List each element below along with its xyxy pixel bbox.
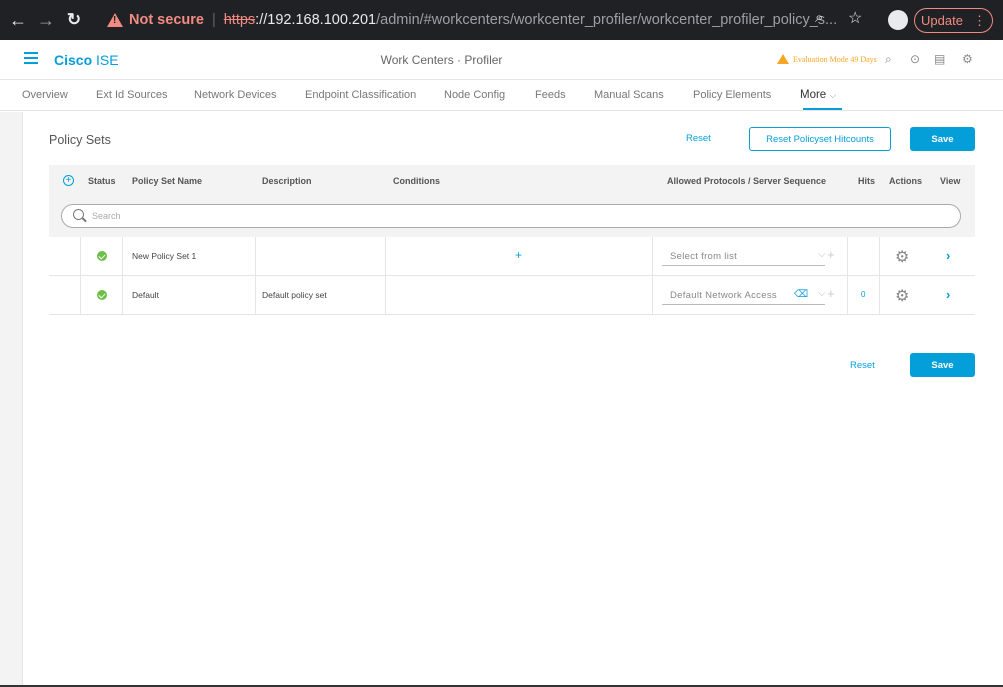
chevron-down-icon: ⌵ xyxy=(818,249,826,260)
allowed-protocols-select[interactable]: Default Network Access ⌫ ⌵ xyxy=(662,285,826,305)
column-divider xyxy=(652,237,653,275)
chevron-right-icon[interactable]: › xyxy=(946,287,950,302)
reload-icon[interactable]: ↻ xyxy=(60,0,88,40)
tab-feeds[interactable]: Feeds xyxy=(535,89,566,101)
url-scheme: https xyxy=(223,12,256,28)
app-header: Cisco ISE Work Centers · Profiler Evalua… xyxy=(0,40,1003,80)
column-divider xyxy=(385,237,386,275)
url-host: ://192.168.100.201 xyxy=(255,12,377,28)
evaluation-mode-badge[interactable]: Evaluation Mode 49 Days xyxy=(777,54,877,64)
table-row[interactable]: Default Default policy set Default Netwo… xyxy=(49,276,975,315)
column-divider xyxy=(847,276,848,314)
search-icon[interactable]: ⌕ xyxy=(885,52,892,67)
add-condition-icon[interactable]: + xyxy=(515,248,522,262)
column-description: Description xyxy=(262,176,312,186)
policy-set-description[interactable]: Default policy set xyxy=(262,290,327,300)
active-tab-indicator xyxy=(803,108,842,110)
chevron-down-icon: ⌵ xyxy=(818,288,826,299)
add-protocol-icon[interactable]: + xyxy=(827,286,835,301)
back-arrow-icon[interactable]: ← xyxy=(4,0,32,40)
tab-network-devices[interactable]: Network Devices xyxy=(194,89,277,101)
policy-set-name[interactable]: Default xyxy=(132,290,159,300)
warning-triangle-icon xyxy=(777,54,789,64)
profile-avatar-icon[interactable] xyxy=(888,10,908,30)
zoom-icon[interactable]: ⌕ xyxy=(815,9,823,26)
kebab-menu-icon: ⋮ xyxy=(972,12,986,28)
column-hits: Hits xyxy=(858,176,876,186)
tab-more-label: More xyxy=(800,89,827,101)
column-divider xyxy=(122,276,123,314)
bookmark-star-icon[interactable]: ☆ xyxy=(848,8,862,28)
add-protocol-icon[interactable]: + xyxy=(827,247,835,262)
reset-hitcounts-button[interactable]: Reset Policyset Hitcounts xyxy=(749,127,891,151)
chevron-down-icon: ⌵ xyxy=(829,90,837,100)
chevron-right-icon[interactable]: › xyxy=(946,248,950,263)
gear-icon[interactable]: ⚙ xyxy=(895,286,909,306)
column-policy-set-name: Policy Set Name xyxy=(132,176,203,186)
policy-set-name[interactable]: New Policy Set 1 xyxy=(132,251,196,261)
hits-count: 0 xyxy=(861,290,866,299)
table-row[interactable]: New Policy Set 1 + Select from list ⌵ + … xyxy=(49,237,975,276)
tab-node-config[interactable]: Node Config xyxy=(444,89,505,101)
column-divider xyxy=(80,237,81,275)
tab-policy-elements[interactable]: Policy Elements xyxy=(693,89,771,101)
reset-button[interactable]: Reset xyxy=(686,133,711,144)
column-divider xyxy=(80,276,81,314)
evaluation-mode-label: Evaluation Mode 49 Days xyxy=(793,54,877,64)
url-separator: | xyxy=(211,12,216,28)
not-secure-label: Not secure xyxy=(129,12,204,28)
search-placeholder: Search xyxy=(92,211,121,221)
forward-arrow-icon[interactable]: → xyxy=(32,0,60,40)
tab-more[interactable]: More ⌵ xyxy=(800,89,836,101)
allowed-protocols-select[interactable]: Select from list ⌵ xyxy=(662,246,826,266)
page-title: Policy Sets xyxy=(49,133,111,147)
search-input[interactable]: Search xyxy=(61,204,961,228)
column-allowed-protocols: Allowed Protocols / Server Sequence xyxy=(667,176,827,186)
page-header-title: Work Centers · Profiler xyxy=(380,53,503,67)
allowed-protocols-value: Select from list xyxy=(670,251,738,262)
tab-bar: Overview Ext Id Sources Network Devices … xyxy=(0,81,1003,111)
column-divider xyxy=(879,276,880,314)
search-icon xyxy=(73,209,84,220)
add-policy-set-icon[interactable]: + xyxy=(63,175,74,186)
status-enabled-icon[interactable] xyxy=(97,251,107,261)
help-icon[interactable]: ⊙ xyxy=(910,52,920,66)
update-label: Update xyxy=(921,13,963,28)
column-view: View xyxy=(940,176,961,186)
update-button[interactable]: Update ⋮ xyxy=(914,8,993,33)
url-path: /admin/#workcenters/workcenter_profiler/… xyxy=(376,12,838,28)
notifications-icon[interactable]: ▤ xyxy=(934,52,945,66)
table-header: + Status Policy Set Name Description Con… xyxy=(49,165,975,196)
tab-manual-scans[interactable]: Manual Scans xyxy=(594,89,664,101)
column-divider xyxy=(255,276,256,314)
column-divider xyxy=(879,237,880,275)
column-divider xyxy=(255,237,256,275)
tab-endpoint-classification[interactable]: Endpoint Classification xyxy=(305,89,416,101)
allowed-protocols-value: Default Network Access xyxy=(670,290,777,301)
address-bar[interactable]: Not secure | https://192.168.100.201/adm… xyxy=(107,6,847,34)
column-divider xyxy=(385,276,386,314)
footer-reset-button[interactable]: Reset xyxy=(850,360,875,371)
footer-save-button[interactable]: Save xyxy=(910,353,975,377)
settings-gear-icon[interactable]: ⚙ xyxy=(962,52,973,66)
column-actions: Actions xyxy=(889,176,923,186)
tab-ext-id-sources[interactable]: Ext Id Sources xyxy=(96,89,168,101)
status-enabled-icon[interactable] xyxy=(97,290,107,300)
warning-icon xyxy=(107,13,123,27)
save-button[interactable]: Save xyxy=(910,127,975,151)
column-divider xyxy=(652,276,653,314)
gear-icon[interactable]: ⚙ xyxy=(895,247,909,267)
clear-icon[interactable]: ⌫ xyxy=(794,289,808,300)
tab-overview[interactable]: Overview xyxy=(22,89,68,101)
column-conditions: Conditions xyxy=(393,176,440,186)
browser-toolbar: ← → ↻ Not secure | https://192.168.100.2… xyxy=(0,0,1003,40)
column-divider xyxy=(122,237,123,275)
left-rail xyxy=(0,112,23,687)
column-status: Status xyxy=(88,176,116,186)
column-divider xyxy=(847,237,848,275)
search-row: Search xyxy=(49,196,975,237)
